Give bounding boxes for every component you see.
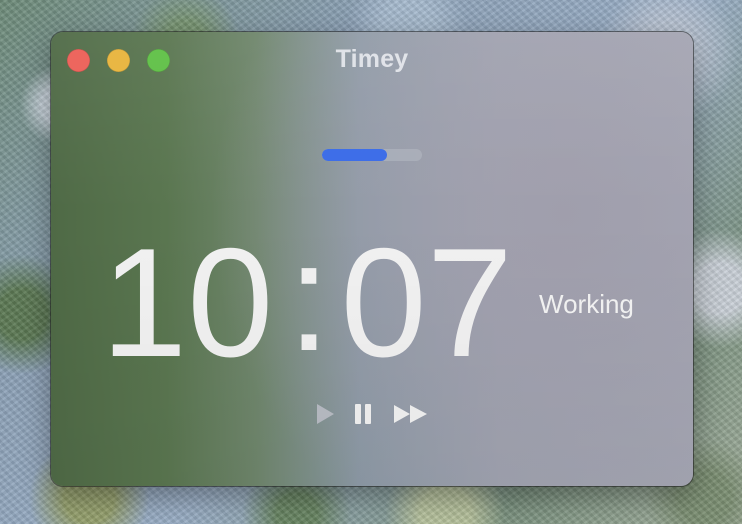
play-button[interactable]: [313, 400, 337, 428]
skip-forward-button[interactable]: [391, 400, 431, 428]
timer-minutes: 10: [101, 215, 274, 389]
skip-forward-icon: [394, 405, 427, 423]
timey-window: Timey 10 : 07 Working: [51, 32, 693, 486]
session-progress-bar: [322, 149, 422, 161]
pause-icon: [355, 404, 371, 424]
timer-seconds: 07: [340, 215, 513, 389]
playback-controls: [313, 400, 433, 428]
timer-status-label: Working: [539, 289, 634, 319]
play-icon: [317, 404, 334, 424]
timer-display: 10 : 07: [101, 209, 513, 389]
window-title: Timey: [335, 45, 409, 73]
session-progress-fill: [322, 149, 387, 161]
timer-separator: :: [287, 209, 331, 383]
pause-button[interactable]: [351, 400, 375, 428]
